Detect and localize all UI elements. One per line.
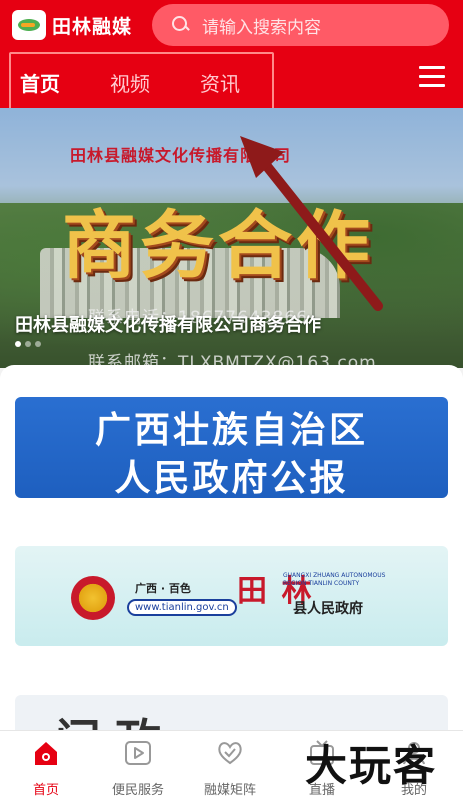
search-icon [172, 16, 190, 34]
gov-url: www.tianlin.gov.cn [127, 599, 237, 616]
gazette-card[interactable]: 广西壮族自治区 人民政府公报 [15, 397, 448, 498]
inquiry-card[interactable]: 问政 [15, 695, 448, 730]
carousel-dots [15, 341, 41, 347]
gov-english: GUANGXI ZHUANG AUTONOMOUS REGION TIANLIN… [283, 572, 386, 587]
heart-icon [218, 742, 242, 765]
gazette-line2: 人民政府公报 [114, 457, 349, 498]
county-gov-card[interactable]: 广西 · 百色 www.tianlin.gov.cn 田 林 GUANGXI Z… [15, 546, 448, 646]
national-emblem-icon [71, 576, 115, 620]
banner-carousel[interactable]: 田林县融媒文化传播有限公司 商务合作 联系电话：18677643866 联系邮箱… [0, 108, 463, 368]
nav-home[interactable]: 首页 [0, 731, 92, 800]
banner-headline: 商务合作 [62, 203, 374, 289]
inquiry-title: 问政 [55, 705, 175, 730]
search-placeholder: 请输入搜索内容 [202, 17, 321, 38]
channel-tabs: 首页 视频 资讯 [0, 58, 463, 108]
nav-matrix-label: 融媒矩阵 [203, 783, 256, 798]
gov-name: 县人民政府 [293, 601, 363, 617]
carousel-dot[interactable] [25, 341, 31, 347]
tab-video[interactable]: 视频 [110, 68, 150, 97]
app-logo[interactable]: 田林融媒 [12, 8, 132, 42]
content-feed: 广西壮族自治区 人民政府公报 广西 · 百色 www.tianlin.gov.c… [0, 365, 463, 730]
tab-home[interactable]: 首页 [20, 68, 60, 97]
nav-matrix[interactable]: 融媒矩阵 [184, 731, 276, 800]
logo-text: 田林融媒 [51, 15, 132, 38]
gazette-line1: 广西壮族自治区 [94, 409, 368, 451]
carousel-dot[interactable] [15, 341, 21, 347]
carousel-dot[interactable] [35, 341, 41, 347]
search-bar[interactable]: 请输入搜索内容 [152, 4, 449, 46]
banner-caption: 田林县融媒文化传播有限公司商务合作 [15, 315, 321, 336]
menu-icon[interactable] [419, 66, 445, 88]
nav-services[interactable]: 便民服务 [92, 731, 184, 800]
home-icon [35, 742, 57, 765]
nav-services-label: 便民服务 [111, 783, 164, 798]
gov-region: 广西 · 百色 [135, 582, 191, 595]
banner-company-line: 田林县融媒文化传播有限公司 [70, 146, 292, 165]
watermark: 大玩客 [305, 741, 438, 790]
logo-icon [12, 10, 46, 40]
nav-home-label: 首页 [32, 783, 59, 798]
tab-news[interactable]: 资讯 [200, 68, 240, 97]
play-icon [125, 741, 151, 765]
app-header: 田林融媒 请输入搜索内容 首页 视频 资讯 [0, 0, 463, 108]
